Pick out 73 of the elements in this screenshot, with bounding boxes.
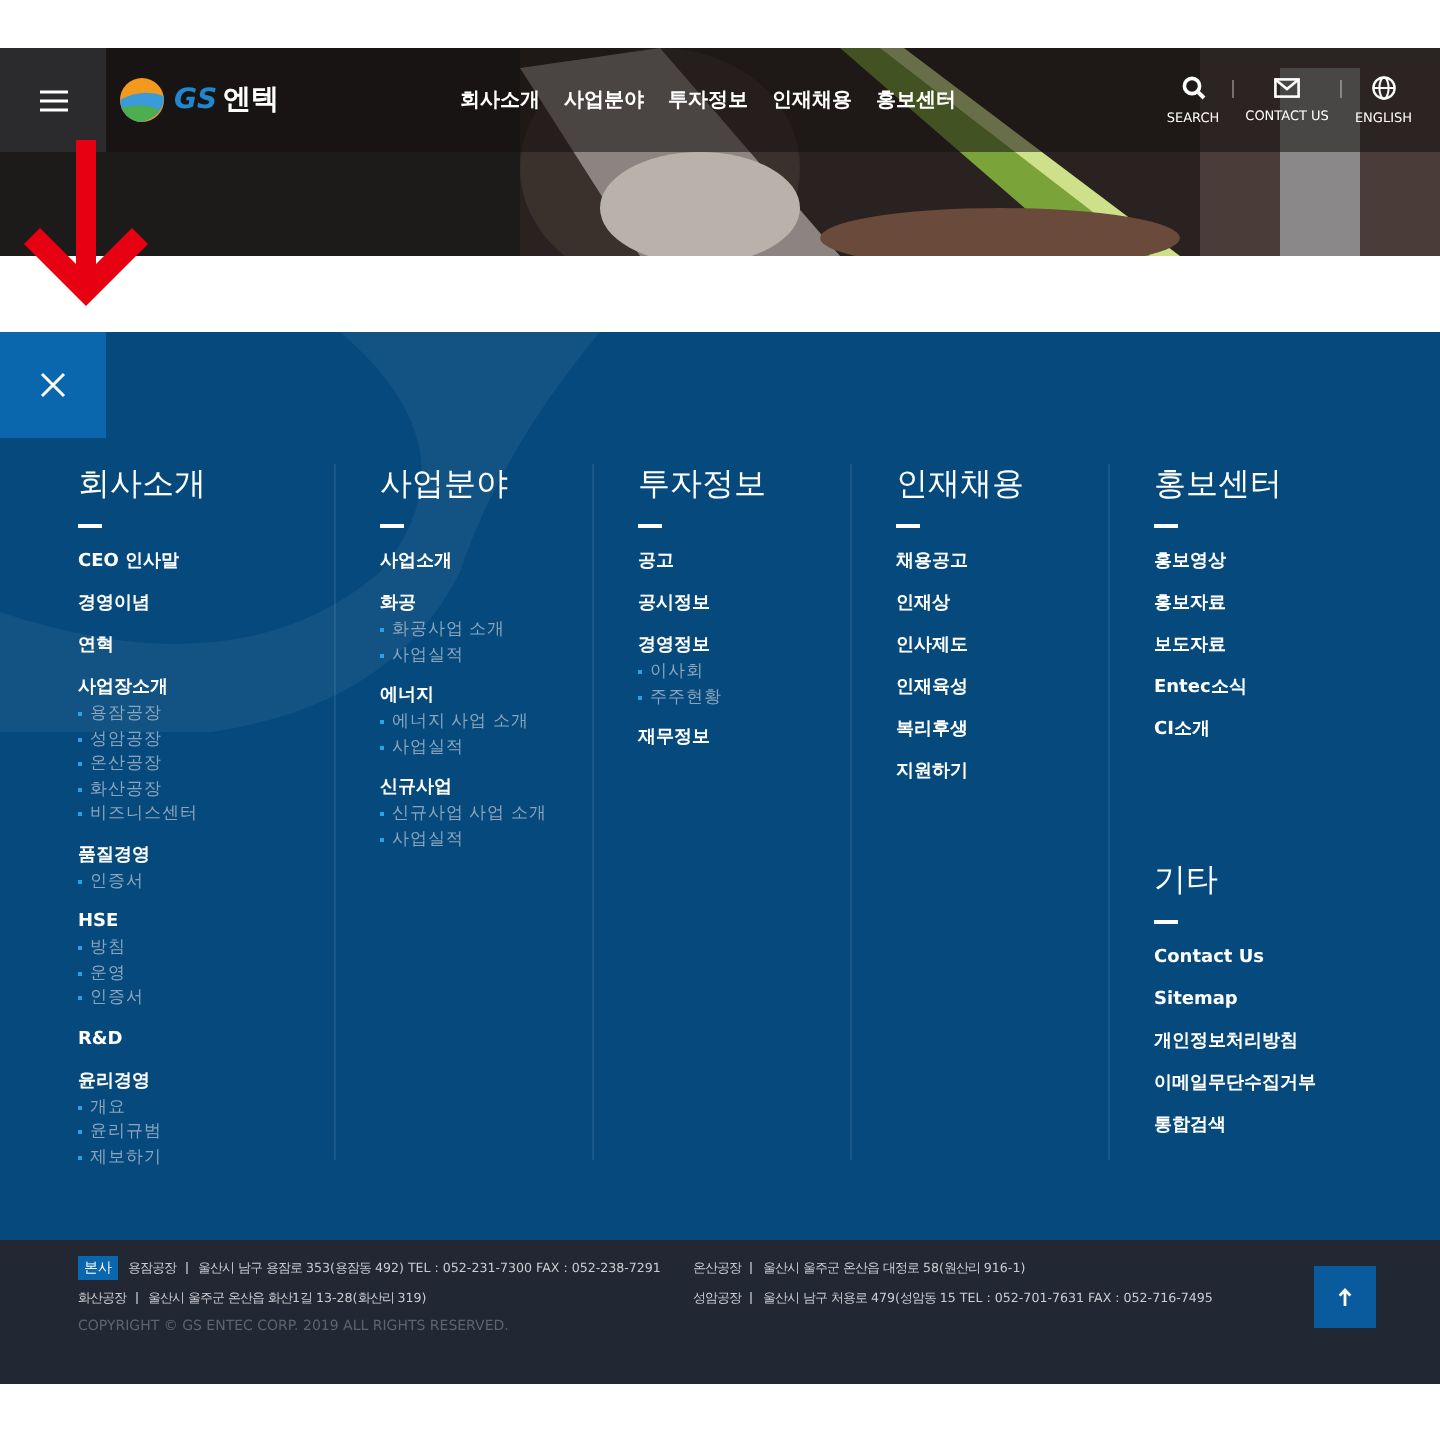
sitemap-link[interactable]: 경영정보 xyxy=(638,634,850,660)
nav-link[interactable]: 홍보센터 xyxy=(876,86,956,114)
sitemap-sublink[interactable]: 신규사업 사업 소개 xyxy=(380,802,592,827)
sitemap-sublink[interactable]: 방침 xyxy=(78,936,334,961)
back-to-top-button[interactable] xyxy=(1314,1266,1376,1328)
section-heading: 기타 xyxy=(1154,860,1220,900)
sitemap-link[interactable]: 공시정보 xyxy=(638,592,850,618)
section-heading: 인재채용 xyxy=(896,464,1026,504)
sitemap-link[interactable]: 품질경영 xyxy=(78,843,334,869)
nav-link[interactable]: 인재채용 xyxy=(772,86,852,114)
sitemap-sublink[interactable]: 성암공장 xyxy=(78,727,334,752)
menu-icon xyxy=(39,89,67,111)
sitemap-sublink[interactable]: 비즈니스센터 xyxy=(78,802,334,827)
sitemap-link[interactable]: 신규사업 xyxy=(380,776,592,802)
close-icon xyxy=(40,372,66,398)
nav-link[interactable]: 투자정보 xyxy=(668,86,748,114)
sitemap-sublink[interactable]: 화산공장 xyxy=(78,777,334,802)
sitemap-sublink[interactable]: 인증서 xyxy=(78,869,334,894)
sitemap-link[interactable]: CEO 인사말 xyxy=(78,550,334,576)
section-heading: 홍보센터 xyxy=(1154,464,1284,504)
sitemap-link[interactable]: R&D xyxy=(78,1027,334,1053)
sitemap-sublink[interactable]: 사업실적 xyxy=(380,735,592,760)
sitemap-link[interactable]: 경영이념 xyxy=(78,592,334,618)
sitemap-link[interactable]: 이메일무단수집거부 xyxy=(1154,1072,1366,1098)
sitemap-sublink[interactable]: 사업실적 xyxy=(380,827,592,852)
sitemap-sublink[interactable]: 제보하기 xyxy=(78,1145,334,1170)
sitemap-link[interactable]: 홍보자료 xyxy=(1154,592,1366,618)
sitemap-link[interactable]: HSE xyxy=(78,910,334,936)
sitemap-link[interactable]: Entec소식 xyxy=(1154,676,1366,702)
sitemap-link[interactable]: 개인정보처리방침 xyxy=(1154,1030,1366,1056)
sitemap-link[interactable]: Sitemap xyxy=(1154,988,1366,1014)
sitemap-sublink[interactable]: 온산공장 xyxy=(78,752,334,777)
sitemap-link[interactable]: 재무정보 xyxy=(638,726,850,752)
sitemap-sublink[interactable]: 인증서 xyxy=(78,986,334,1011)
sitemap-link[interactable]: 인재상 xyxy=(896,592,1108,618)
sitemap-sublink[interactable]: 윤리규범 xyxy=(78,1120,334,1145)
sitemap-link[interactable]: 사업장소개 xyxy=(78,676,334,702)
sitemap-sublink[interactable]: 운영 xyxy=(78,961,334,986)
section-heading: 사업분야 xyxy=(380,464,510,504)
nav-link[interactable]: 사업분야 xyxy=(564,86,644,114)
sitemap-link[interactable]: 윤리경영 xyxy=(78,1069,334,1095)
sitemap-link[interactable]: Contact Us xyxy=(1154,946,1366,972)
sitemap-link[interactable]: CI소개 xyxy=(1154,718,1366,744)
sitemap-link[interactable]: 통합검색 xyxy=(1154,1114,1366,1140)
sitemap-link[interactable]: 인사제도 xyxy=(896,634,1108,660)
nav-link[interactable]: 회사소개 xyxy=(460,86,540,114)
sitemap-link[interactable]: 사업소개 xyxy=(380,550,592,576)
sitemap-link[interactable]: 연혁 xyxy=(78,634,334,660)
sitemap-sublink[interactable]: 개요 xyxy=(78,1095,334,1120)
sitemap-link[interactable]: 공고 xyxy=(638,550,850,576)
sitemap-sublink[interactable]: 사업실적 xyxy=(380,643,592,668)
sitemap-link[interactable]: 홍보영상 xyxy=(1154,550,1366,576)
sitemap-link[interactable]: 화공 xyxy=(380,592,592,618)
menu-button[interactable] xyxy=(0,48,106,152)
sitemap-sublink[interactable]: 에너지 사업 소개 xyxy=(380,710,592,735)
arrow-up-icon xyxy=(1338,1288,1352,1306)
sitemap-link[interactable]: 에너지 xyxy=(380,684,592,710)
logo-mark: GS xyxy=(174,84,218,116)
logo-name: 엔텍 xyxy=(223,82,280,118)
sitemap-sublink[interactable]: 주주현황 xyxy=(638,685,850,710)
sitemap-link[interactable]: 인재육성 xyxy=(896,676,1108,702)
logo-icon xyxy=(116,76,168,124)
sitemap-link[interactable]: 보도자료 xyxy=(1154,634,1366,660)
section-heading: 회사소개 xyxy=(78,464,208,504)
sitemap-link[interactable]: 지원하기 xyxy=(896,760,1108,786)
globe-icon xyxy=(1371,75,1396,99)
sitemap-sublink[interactable]: 이사회 xyxy=(638,660,850,685)
sitemap-sublink[interactable]: 화공사업 소개 xyxy=(380,618,592,643)
sitemap-link[interactable]: 복리후생 xyxy=(896,718,1108,744)
section-heading: 투자정보 xyxy=(638,464,768,504)
mail-icon xyxy=(1274,77,1301,97)
sitemap-link[interactable]: 채용공고 xyxy=(896,550,1108,576)
search-icon xyxy=(1181,75,1205,99)
